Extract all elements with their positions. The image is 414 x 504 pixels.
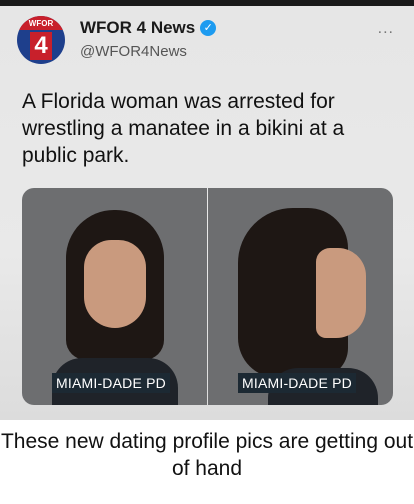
photo-watermark-label: MIAMI-DADE PD (52, 373, 170, 393)
tweet-card[interactable]: WFOR 4 WFOR 4 News ✓ @WFOR4News ... A Fl… (0, 6, 414, 420)
mugshot-profile-photo[interactable]: MIAMI-DADE PD (208, 188, 393, 405)
tweet-media[interactable]: MIAMI-DADE PD MIAMI-DADE PD (22, 188, 393, 405)
photo-watermark-label: MIAMI-DADE PD (238, 373, 356, 393)
display-name[interactable]: WFOR 4 News (80, 18, 195, 38)
verified-badge-icon: ✓ (200, 20, 217, 36)
avatar-logo-number: 4 (30, 32, 52, 61)
mugshot-front-photo[interactable]: MIAMI-DADE PD (22, 188, 207, 405)
user-handle[interactable]: @WFOR4News (80, 43, 187, 60)
tweet-text: A Florida woman was arrested for wrestli… (22, 90, 345, 167)
meme-caption: These new dating profile pics are gettin… (0, 430, 414, 480)
more-options-icon[interactable]: ... (378, 20, 394, 38)
avatar[interactable]: WFOR 4 (17, 16, 65, 64)
